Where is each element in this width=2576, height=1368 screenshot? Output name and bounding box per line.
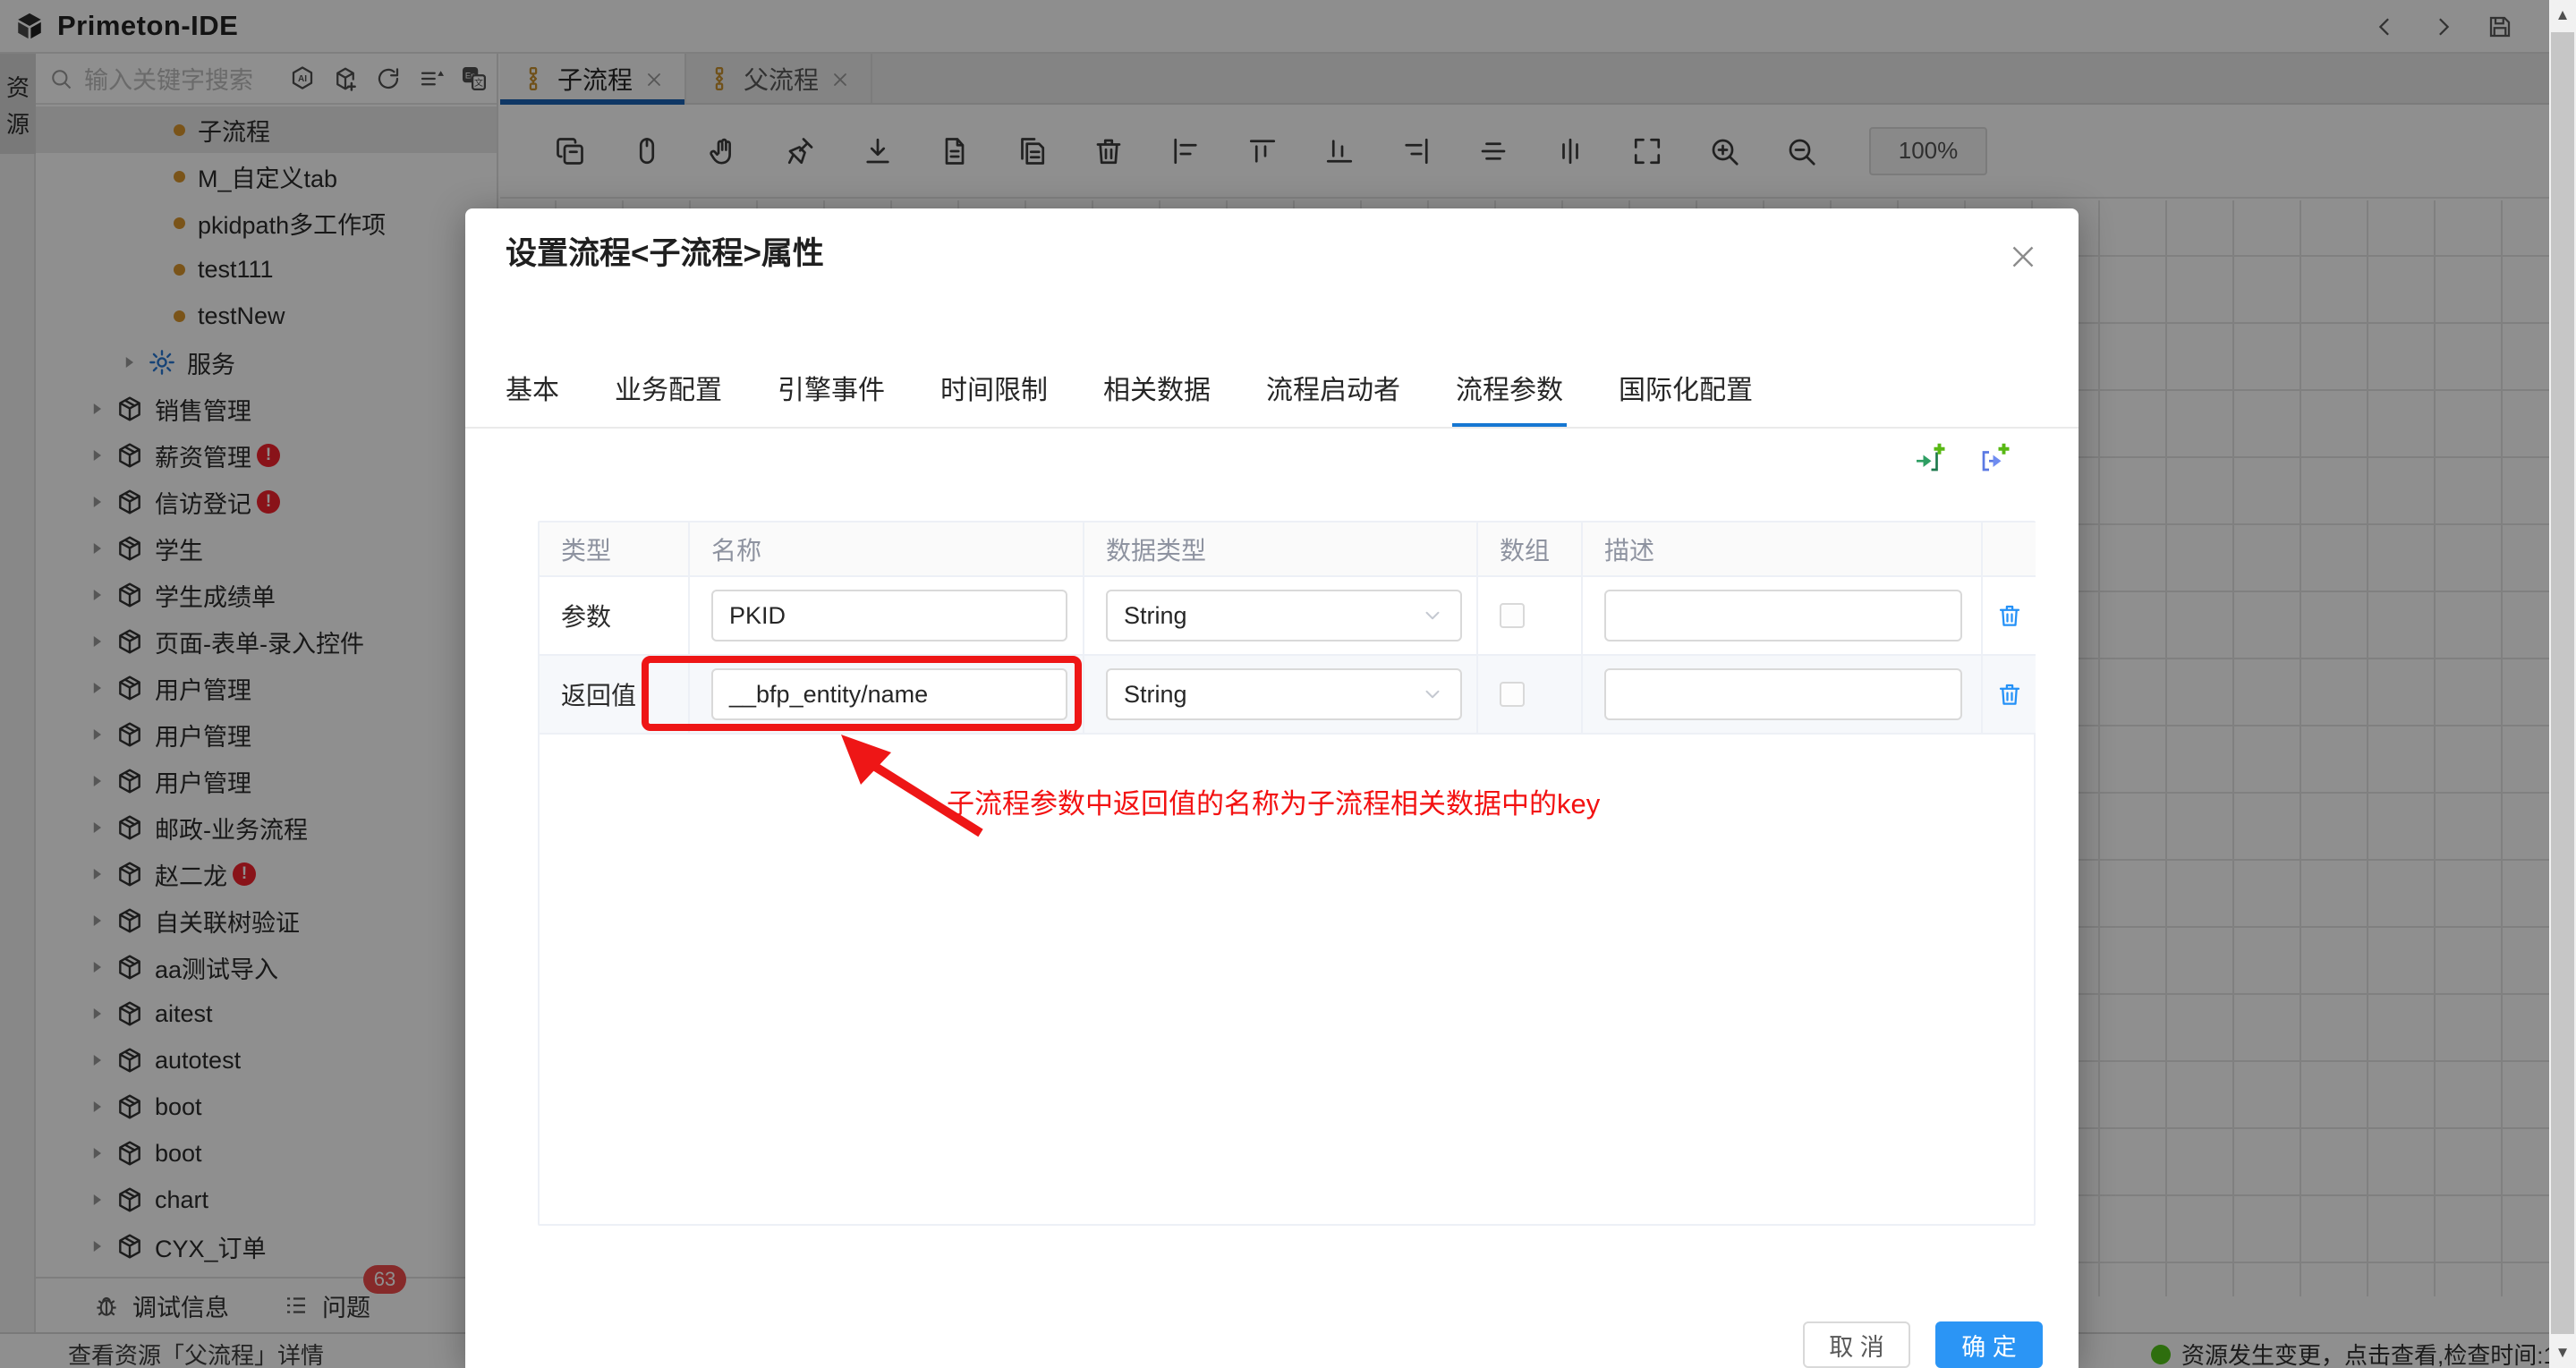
table-row-参数: 参数 PKID String	[540, 577, 2034, 656]
data-type-value: String	[1124, 681, 1187, 709]
add-parameter-icon[interactable]	[1914, 443, 1946, 475]
array-cell	[1478, 656, 1583, 735]
table-header-row: 类型名称数据类型数组描述	[540, 523, 2034, 577]
column-header: 描述	[1583, 523, 1983, 577]
data-type-cell: String	[1084, 577, 1478, 656]
modal-tab-时间限制[interactable]: 时间限制	[940, 368, 1048, 427]
data-type-select[interactable]: String	[1106, 590, 1462, 642]
name-input[interactable]: __bfp_entity/name	[711, 668, 1067, 720]
array-cell	[1478, 577, 1583, 656]
modal-tab-流程参数[interactable]: 流程参数	[1456, 368, 1563, 427]
description-input[interactable]	[1604, 668, 1962, 720]
column-header: 数据类型	[1084, 523, 1478, 577]
modal-tab-业务配置[interactable]: 业务配置	[615, 368, 722, 427]
name-cell: __bfp_entity/name	[690, 656, 1084, 735]
modal-tab-相关数据[interactable]: 相关数据	[1103, 368, 1211, 427]
table-actions	[1914, 443, 2011, 475]
modal-title: 设置流程<子流程>属性	[506, 228, 824, 274]
row-actions-cell	[1983, 577, 2036, 656]
row-actions-cell	[1983, 656, 2036, 735]
modal-tab-引擎事件[interactable]: 引擎事件	[778, 368, 885, 427]
param-type-label: 返回值	[540, 656, 690, 735]
column-header	[1983, 523, 2036, 577]
modal-tabs-divider	[465, 427, 2079, 429]
parameters-table: 类型名称数据类型数组描述参数PKIDString返回值__bfp_entity/…	[538, 521, 2036, 1226]
ok-button[interactable]: 确 定	[1935, 1321, 2043, 1368]
description-cell	[1583, 577, 1983, 656]
screen: Primeton-IDE 资源 输入关键字搜索 AIEn文 子流程M_自定义ta…	[0, 0, 2576, 1368]
array-checkbox[interactable]	[1500, 682, 1525, 707]
array-checkbox[interactable]	[1500, 603, 1525, 628]
param-type-label: 参数	[540, 577, 690, 656]
scroll-up-icon[interactable]: ▲	[2549, 0, 2576, 30]
description-cell	[1583, 656, 1983, 735]
browser-scrollbar[interactable]: ▲ ▼	[2549, 0, 2576, 1368]
column-header: 类型	[540, 523, 690, 577]
cancel-button[interactable]: 取 消	[1803, 1321, 1910, 1368]
name-cell: PKID	[690, 577, 1084, 656]
column-header: 数组	[1478, 523, 1583, 577]
annotation-text: 子流程参数中返回值的名称为子流程相关数据中的key	[947, 781, 1600, 821]
chevron-down-icon	[1421, 604, 1444, 627]
name-input[interactable]: PKID	[711, 590, 1067, 642]
chevron-down-icon	[1421, 683, 1444, 706]
data-type-value: String	[1124, 602, 1187, 630]
description-input[interactable]	[1604, 590, 1962, 642]
add-return-icon[interactable]	[1978, 443, 2011, 475]
modal-tab-国际化配置[interactable]: 国际化配置	[1619, 368, 1753, 427]
modal-tab-基本[interactable]: 基本	[506, 368, 559, 427]
table-row-返回值: 返回值 __bfp_entity/name String	[540, 656, 2034, 735]
modal-tabs: 基本业务配置引擎事件时间限制相关数据流程启动者流程参数国际化配置	[506, 368, 1753, 427]
data-type-select[interactable]: String	[1106, 668, 1462, 720]
data-type-cell: String	[1084, 656, 1478, 735]
scroll-down-icon[interactable]: ▼	[2549, 1338, 2576, 1368]
delete-row-icon[interactable]	[1996, 681, 2023, 708]
delete-row-icon[interactable]	[1996, 602, 2023, 629]
scrollbar-thumb[interactable]	[2551, 32, 2574, 1334]
modal-tab-流程启动者[interactable]: 流程启动者	[1266, 368, 1400, 427]
process-properties-modal: 设置流程<子流程>属性 基本业务配置引擎事件时间限制相关数据流程启动者流程参数国…	[465, 208, 2079, 1368]
column-header: 名称	[690, 523, 1084, 577]
close-icon[interactable]	[2007, 241, 2039, 273]
